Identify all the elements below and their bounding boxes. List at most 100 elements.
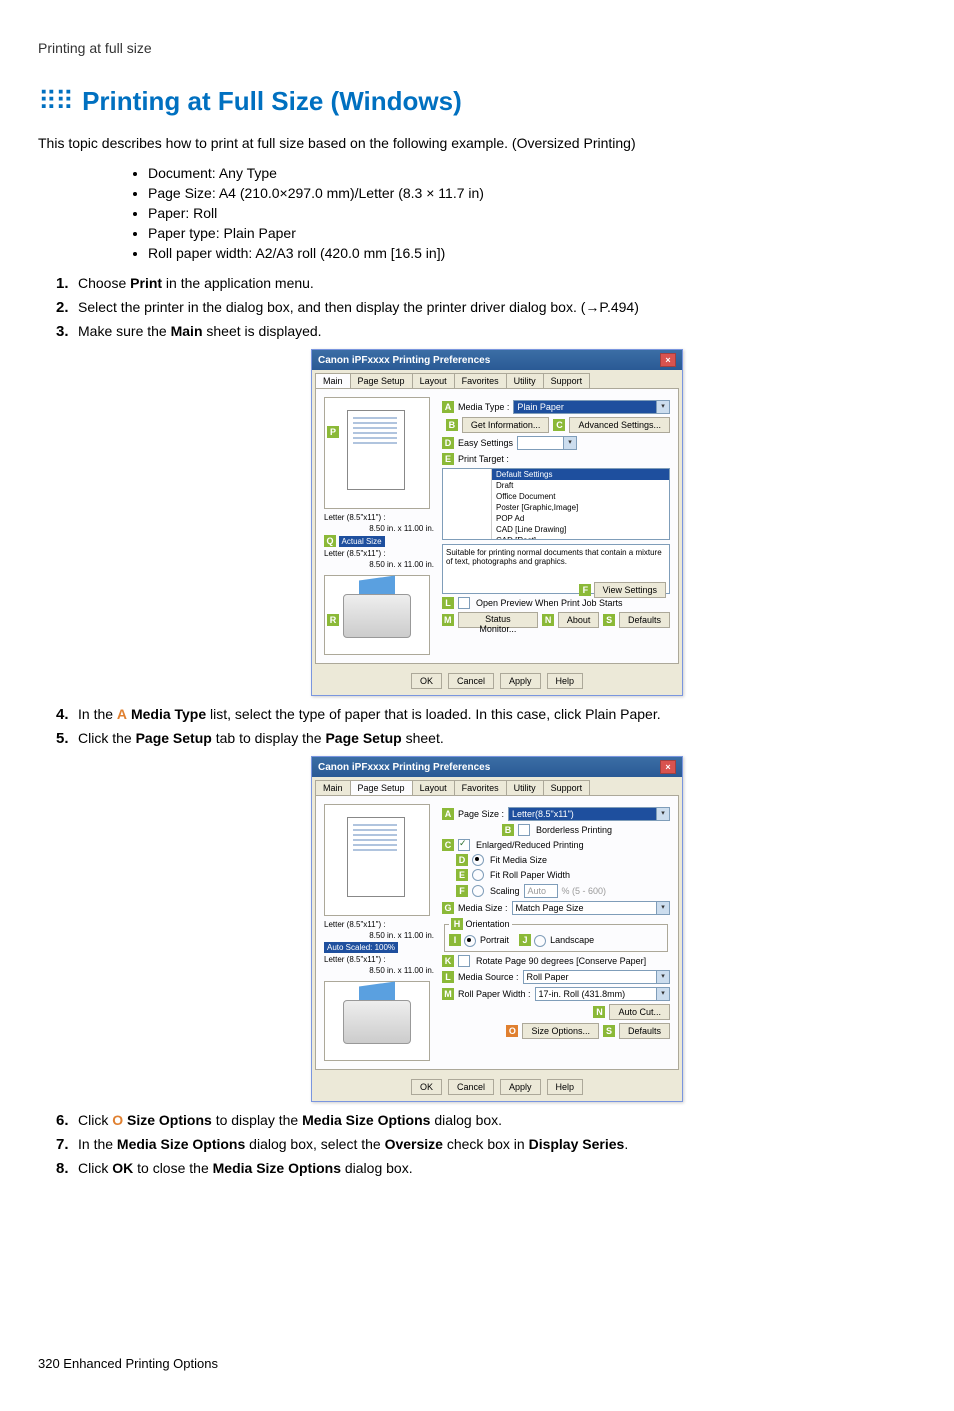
cancel-button[interactable]: Cancel [448,1079,494,1095]
step-text: to close the [133,1160,212,1176]
close-icon[interactable]: × [660,353,676,367]
page-preview: P [324,397,430,509]
tab-utility[interactable]: Utility [506,373,544,388]
step-bold: Main [171,323,203,339]
step-5: 5. Click the Page Setup tab to display t… [78,730,916,1102]
printer-preview: R [324,575,430,655]
bullet-item: Paper type: Plain Paper [148,225,916,241]
list-item[interactable]: CAD [Line Drawing] [492,524,669,535]
fit-roll-label: Fit Roll Paper Width [490,870,570,880]
bullet-item: Roll paper width: A2/A3 roll (420.0 mm [… [148,245,916,261]
about-button[interactable]: About [558,612,600,628]
step-text: In the [78,1136,117,1152]
preview-checkbox[interactable] [458,597,470,609]
help-button[interactable]: Help [547,1079,584,1095]
ok-button[interactable]: OK [411,1079,442,1095]
page-footer: 320 Enhanced Printing Options [38,1356,916,1371]
badge-c: C [442,839,454,851]
media-type-label: Media Type : [458,402,509,412]
size-label: Letter (8.5"x11") : [324,549,434,558]
step-number: 3. [56,323,69,340]
view-settings-button[interactable]: View Settings [594,582,666,598]
scaling-radio[interactable] [472,885,484,897]
list-item[interactable]: CAD [Rast] [492,535,669,540]
scaling-range: % (5 - 600) [562,886,607,896]
tab-favorites[interactable]: Favorites [454,780,507,795]
media-type-select[interactable]: Plain Paper▾ [513,400,670,414]
status-monitor-button[interactable]: Status Monitor... [458,612,539,628]
tab-layout[interactable]: Layout [412,780,455,795]
step-3: 3. Make sure the Main sheet is displayed… [78,323,916,696]
tabs: Main Page Setup Layout Favorites Utility… [312,370,682,388]
advanced-settings-button[interactable]: Advanced Settings... [569,417,670,433]
badge-m: M [442,614,454,626]
printer-preview [324,981,430,1061]
badge-l: L [442,597,454,609]
page-preview [324,804,430,916]
borderless-checkbox[interactable] [518,824,530,836]
print-target-list[interactable]: Default Settings Draft Office Document P… [442,468,670,540]
tab-main[interactable]: Main [315,780,351,795]
easy-settings-select[interactable]: ▾ [517,436,577,450]
list-item[interactable]: Default Settings [492,469,669,480]
defaults-button[interactable]: Defaults [619,612,670,628]
badge-c: C [553,419,565,431]
list-item[interactable]: Poster [Graphic,Image] [492,502,669,513]
step-bold: Page Setup [136,730,212,746]
landscape-label: Landscape [550,935,594,945]
scaling-label: Scaling [490,886,520,896]
portrait-radio[interactable] [464,935,476,947]
list-item[interactable]: POP Ad [492,513,669,524]
badge-o: O [506,1025,518,1037]
chevron-down-icon: ▾ [656,988,669,1000]
close-icon[interactable]: × [660,760,676,774]
tab-support[interactable]: Support [543,373,591,388]
portrait-label: Portrait [480,935,509,945]
tab-main[interactable]: Main [315,373,351,388]
step-text: tab to display the [212,730,326,746]
step-bold: Print [130,275,162,291]
apply-button[interactable]: Apply [500,1079,541,1095]
step-text: Select the printer in the dialog box, an… [78,299,639,315]
roll-width-select[interactable]: 17-in. Roll (431.8mm)▾ [535,987,670,1001]
fit-media-radio[interactable] [472,854,484,866]
media-size-select[interactable]: Match Page Size▾ [512,901,670,915]
step-number: 4. [56,706,69,723]
step-text: dialog box, select the [245,1136,384,1152]
fit-roll-radio[interactable] [472,869,484,881]
tab-page-setup[interactable]: Page Setup [350,780,413,795]
badge-e: E [456,869,468,881]
size-options-button[interactable]: Size Options... [522,1023,599,1039]
badge-m: M [442,988,454,1000]
scaling-value[interactable]: Auto [524,884,558,898]
enlarged-checkbox[interactable] [458,839,470,851]
tab-layout[interactable]: Layout [412,373,455,388]
tab-favorites[interactable]: Favorites [454,373,507,388]
badge-p: P [327,426,339,438]
tab-support[interactable]: Support [543,780,591,795]
badge-g: G [442,902,454,914]
auto-cut-button[interactable]: Auto Cut... [609,1004,670,1020]
dialog-title-text: Canon iPFxxxx Printing Preferences [318,355,490,366]
step-7: 7. In the Media Size Options dialog box,… [78,1136,916,1152]
media-source-select[interactable]: Roll Paper▾ [523,970,670,984]
rotate-checkbox[interactable] [458,955,470,967]
title-row: ⠿⠿ Printing at Full Size (Windows) [38,86,916,117]
step-text: list, select the type of paper that is l… [206,706,660,722]
tab-utility[interactable]: Utility [506,780,544,795]
tab-page-setup[interactable]: Page Setup [350,373,413,388]
rotate-label: Rotate Page 90 degrees [Conserve Paper] [476,956,646,966]
get-information-button[interactable]: Get Information... [462,417,550,433]
page-size-label: Page Size : [458,809,504,819]
preview-label: Open Preview When Print Job Starts [476,598,623,608]
ok-button[interactable]: OK [411,673,442,689]
list-item[interactable]: Draft [492,480,669,491]
help-button[interactable]: Help [547,673,584,689]
page-size-select[interactable]: Letter(8.5"x11")▾ [508,807,670,821]
list-item[interactable]: Office Document [492,491,669,502]
apply-button[interactable]: Apply [500,673,541,689]
landscape-radio[interactable] [534,935,546,947]
example-bullets: Document: Any Type Page Size: A4 (210.0×… [38,165,916,261]
defaults-button[interactable]: Defaults [619,1023,670,1039]
cancel-button[interactable]: Cancel [448,673,494,689]
